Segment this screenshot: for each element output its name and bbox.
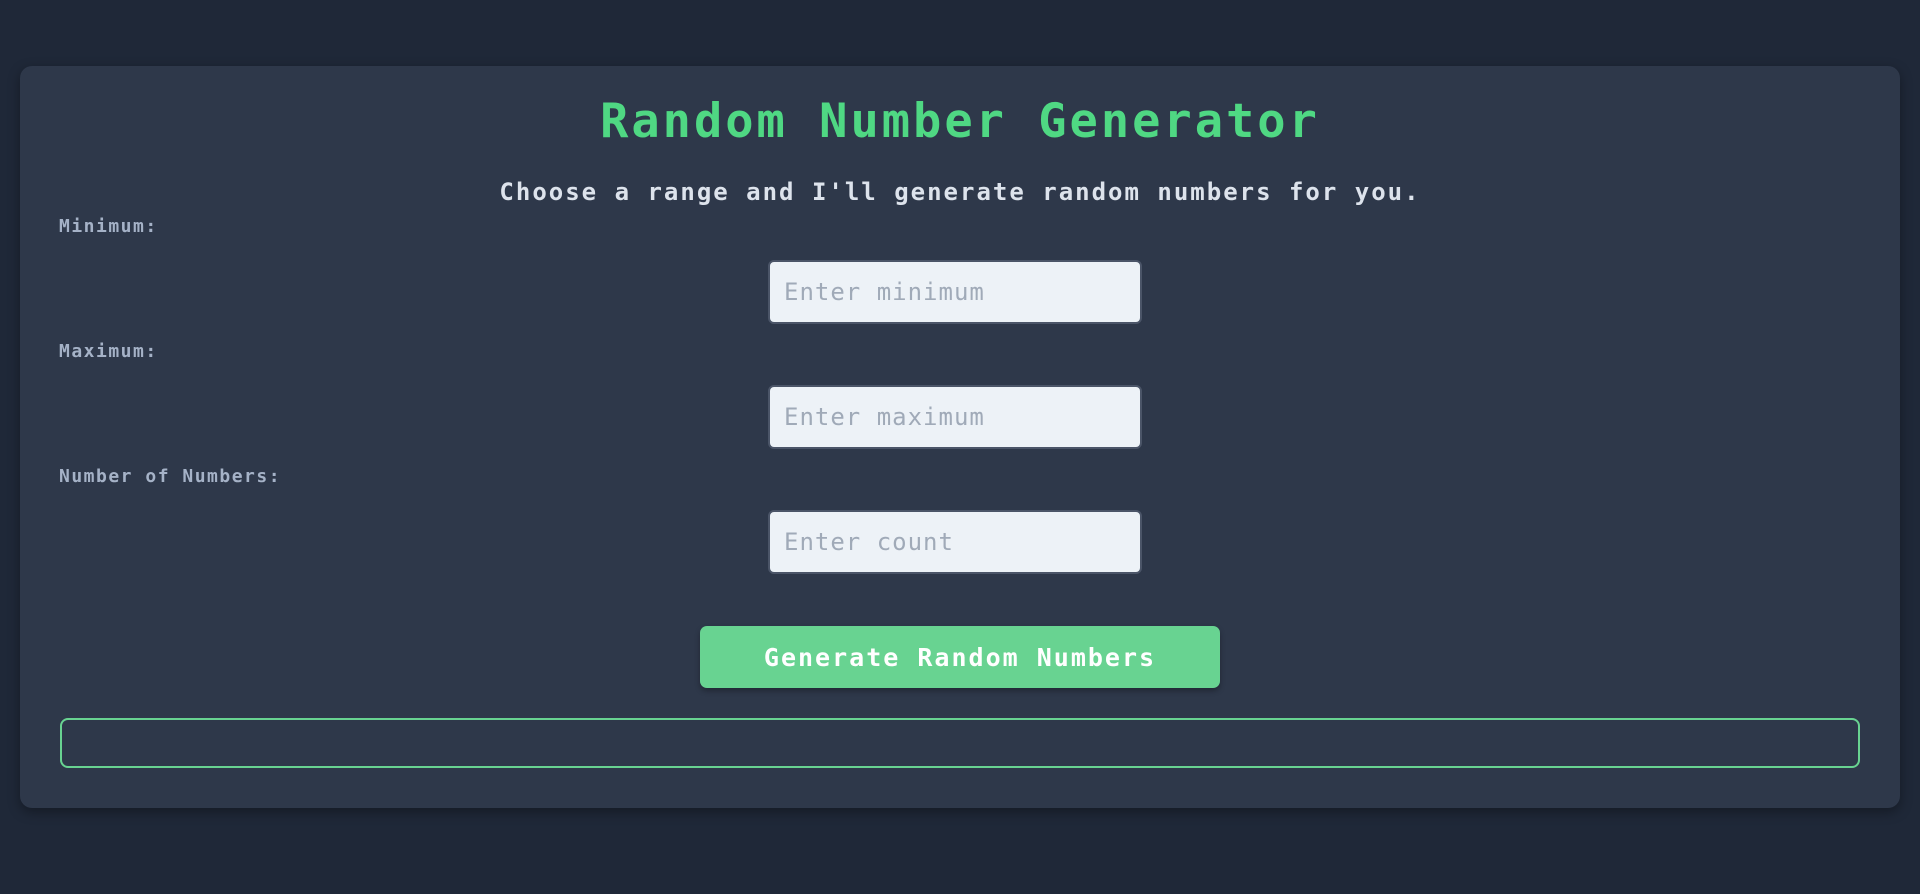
- maximum-input[interactable]: [768, 385, 1142, 449]
- page-title: Random Number Generator: [600, 94, 1320, 149]
- generator-card: Random Number Generator Choose a range a…: [20, 66, 1900, 808]
- count-input[interactable]: [768, 510, 1142, 574]
- count-label: Number of Numbers:: [59, 466, 282, 487]
- minimum-label: Minimum:: [59, 216, 158, 237]
- result-output: [60, 718, 1860, 768]
- generate-button[interactable]: Generate Random Numbers: [700, 626, 1220, 688]
- page-subtitle: Choose a range and I'll generate random …: [499, 178, 1421, 206]
- minimum-input[interactable]: [768, 260, 1142, 324]
- maximum-label: Maximum:: [59, 341, 158, 362]
